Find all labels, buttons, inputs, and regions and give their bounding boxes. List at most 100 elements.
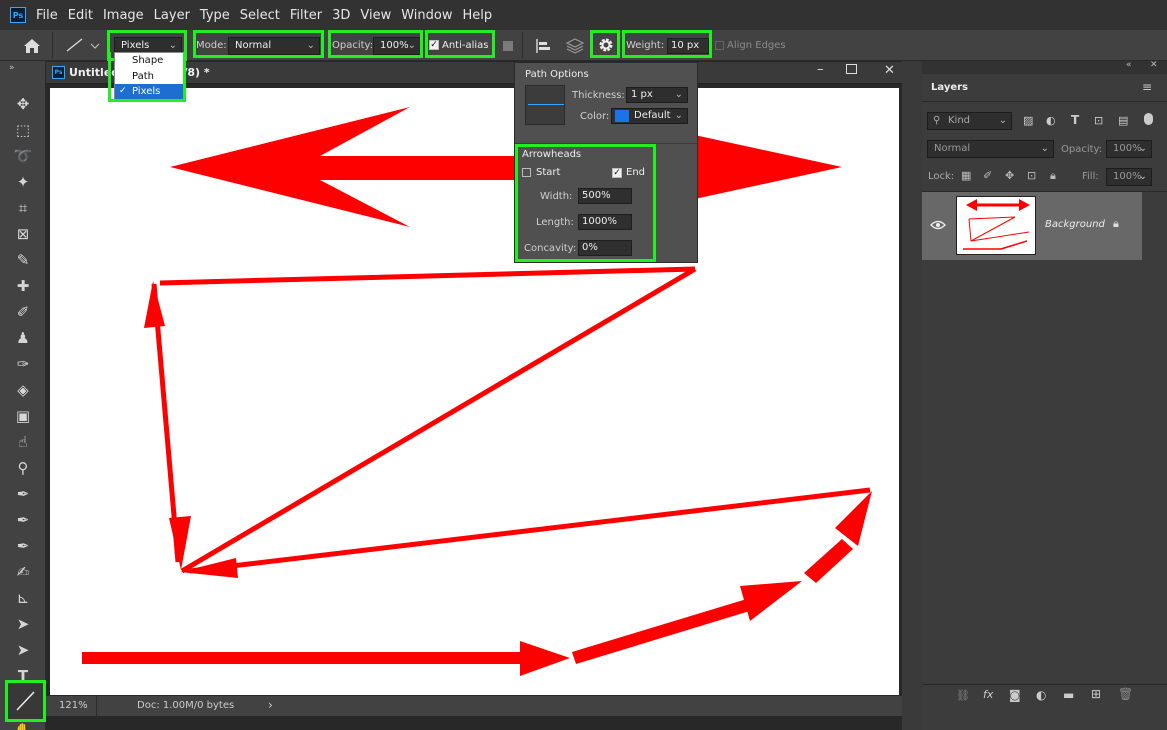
layer-thumbnail xyxy=(956,196,1036,255)
move-tool-icon[interactable]: ✥ xyxy=(12,94,34,114)
home-icon[interactable] xyxy=(23,38,41,54)
collapse-icon[interactable]: » xyxy=(9,63,15,73)
menu-select[interactable]: Select xyxy=(240,8,280,23)
fill-field[interactable]: 100% ⌄ xyxy=(1106,168,1152,186)
panel-dock-header: « ✕ xyxy=(922,60,1167,74)
lock-position-icon[interactable]: ✥ xyxy=(1005,169,1014,182)
zoom-level[interactable]: 121% xyxy=(59,700,88,711)
panel-gutter xyxy=(902,61,922,730)
close-panels-icon[interactable]: ✕ xyxy=(1150,60,1158,70)
close-icon[interactable]: ✕ xyxy=(884,63,895,78)
maximize-icon[interactable] xyxy=(846,64,857,74)
filter-adjustment-icon[interactable]: ◐ xyxy=(1046,114,1056,127)
layers-panel-header: Layers ≡ xyxy=(922,74,1167,102)
freeform-pen-tool-icon[interactable]: ✒ xyxy=(12,510,34,530)
filter-shape-icon[interactable]: ⊡ xyxy=(1094,114,1103,127)
arrow-top-left-head xyxy=(170,107,520,227)
concavity-input[interactable]: 0% xyxy=(578,240,632,256)
menu-file[interactable]: File xyxy=(36,8,58,23)
layer-filter-kind[interactable]: ⚲ Kind ⌄ xyxy=(927,112,1012,130)
filter-pixel-icon[interactable]: ▨ xyxy=(1023,114,1033,127)
chevron-down-icon: ⌄ xyxy=(1138,143,1147,154)
path-options-popup: Path Options Thickness: 1 px ⌄ Color: De… xyxy=(514,62,698,263)
photoshop-logo[interactable]: Ps xyxy=(10,7,26,23)
length-input[interactable]: 1000% xyxy=(578,214,632,230)
lock-all-icon[interactable]: 🔒︎ xyxy=(1050,169,1056,183)
filter-smart-object-icon[interactable]: ▤ xyxy=(1118,114,1128,127)
fx-icon[interactable]: fx xyxy=(983,688,993,701)
layer-opacity-field[interactable]: 100% ⌄ xyxy=(1106,140,1152,158)
concavity-label: Concavity: xyxy=(524,243,577,254)
direct-selection-tool-icon[interactable]: ➤ xyxy=(12,614,34,634)
frame-tool-icon[interactable]: ⊠ xyxy=(12,224,34,244)
layer-row-background[interactable]: Background 🔒︎ xyxy=(922,192,1142,260)
panel-menu-icon[interactable]: ≡ xyxy=(1142,80,1152,94)
hand-tool-icon[interactable]: ✋ xyxy=(12,721,34,730)
lock-artboard-icon[interactable]: ⊡ xyxy=(1027,169,1036,182)
arrowheads-title: Arrowheads xyxy=(522,149,582,160)
link-layers-icon[interactable]: ⛓ xyxy=(956,689,970,702)
collapse-panels-icon[interactable]: « xyxy=(1126,60,1132,70)
eyedropper-tool-icon[interactable]: ✎ xyxy=(12,250,34,270)
new-group-icon[interactable]: ▬ xyxy=(1063,688,1074,702)
delete-layer-icon[interactable]: 🗑︎ xyxy=(1118,687,1133,701)
convert-point-tool-icon[interactable]: ⊾ xyxy=(12,588,34,608)
menu-image[interactable]: Image xyxy=(103,8,144,23)
highlight-gear xyxy=(590,30,620,58)
start-checkbox[interactable] xyxy=(522,168,531,177)
lock-transparent-icon[interactable]: ▦ xyxy=(961,169,971,182)
chevron-right-icon[interactable]: › xyxy=(268,698,273,712)
smudge-tool-icon[interactable]: ☝ xyxy=(12,432,34,452)
lock-label: Lock: xyxy=(928,171,955,182)
path-arrangement-icon[interactable] xyxy=(564,37,586,55)
new-layer-icon[interactable]: ⊞ xyxy=(1091,687,1101,701)
thickness-select[interactable]: 1 px ⌄ xyxy=(626,87,688,103)
gradient-tool-icon[interactable]: ▣ xyxy=(12,406,34,426)
menu-3d[interactable]: 3D xyxy=(332,8,350,23)
kind-label: Kind xyxy=(948,115,971,126)
menu-edit[interactable]: Edit xyxy=(68,8,93,23)
menu-window[interactable]: Window xyxy=(401,8,452,23)
lock-pixels-icon[interactable]: ✐ xyxy=(983,169,992,182)
thickness-value: 1 px xyxy=(631,89,653,100)
adjustment-layer-icon[interactable]: ◐ xyxy=(1036,688,1046,702)
marquee-tool-icon[interactable]: ⬚ xyxy=(12,120,34,140)
brush-tool-icon[interactable]: ✐ xyxy=(12,302,34,322)
menu-type[interactable]: Type xyxy=(200,8,230,23)
curvature-pen-tool-icon[interactable]: ✒ xyxy=(12,536,34,556)
highlight-weight xyxy=(622,30,712,58)
magic-wand-tool-icon[interactable]: ✦ xyxy=(12,172,34,192)
layers-panel: Layers ≡ ⚲ Kind ⌄ ▨ ◐ T ⊡ ▤ Normal ⌄ Opa… xyxy=(922,74,1167,730)
dodge-tool-icon[interactable]: ⚲ xyxy=(12,458,34,478)
end-checkbox[interactable]: ✓ xyxy=(612,168,622,178)
menu-help[interactable]: Help xyxy=(463,8,493,23)
crop-tool-icon[interactable]: ⌗ xyxy=(12,198,34,218)
path-selection-tool-icon[interactable]: ➤ xyxy=(12,640,34,660)
history-brush-tool-icon[interactable]: ✑ xyxy=(12,354,34,374)
width-input[interactable]: 500% xyxy=(578,188,632,204)
layer-name[interactable]: Background xyxy=(1045,219,1105,230)
layers-tab[interactable]: Layers xyxy=(931,82,968,93)
lasso-tool-icon[interactable]: ➰ xyxy=(12,146,34,166)
line-tool-button[interactable] xyxy=(5,680,46,722)
filter-type-icon[interactable]: T xyxy=(1071,113,1079,127)
align-edges-checkbox[interactable] xyxy=(715,41,724,50)
line-tool-preset-icon[interactable] xyxy=(64,37,104,53)
healing-brush-tool-icon[interactable]: ✚ xyxy=(12,276,34,296)
add-mask-icon[interactable]: ◙ xyxy=(1009,688,1021,702)
blend-mode-select[interactable]: Normal ⌄ xyxy=(927,140,1054,158)
square-icon[interactable] xyxy=(503,41,513,51)
menu-filter[interactable]: Filter xyxy=(290,8,322,23)
eye-icon[interactable] xyxy=(930,220,946,230)
menu-view[interactable]: View xyxy=(360,8,391,23)
minimize-icon[interactable]: – xyxy=(817,62,824,77)
eraser-tool-icon[interactable]: ◈ xyxy=(12,380,34,400)
path-alignment-icon[interactable] xyxy=(534,37,552,55)
document-canvas[interactable] xyxy=(50,88,899,695)
anchor-point-tool-icon[interactable]: ✍ xyxy=(12,562,34,582)
filter-toggle-icon[interactable] xyxy=(1144,113,1153,125)
pen-tool-icon[interactable]: ✒ xyxy=(12,484,34,504)
clone-stamp-tool-icon[interactable]: ♟ xyxy=(12,328,34,348)
menu-layer[interactable]: Layer xyxy=(154,8,190,23)
color-select[interactable]: Default ⌄ xyxy=(611,108,688,124)
